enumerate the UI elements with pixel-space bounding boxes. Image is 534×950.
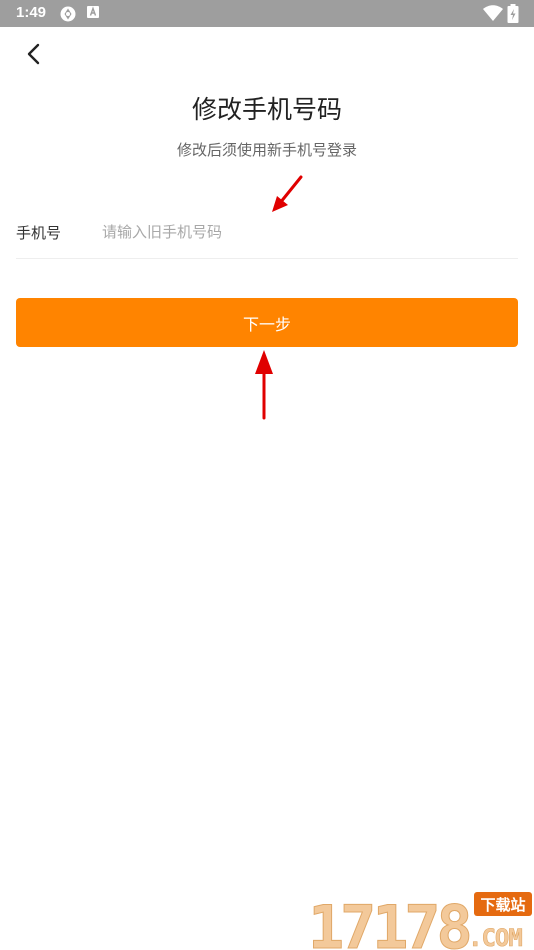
page-subtitle: 修改后须使用新手机号登录 xyxy=(176,141,357,159)
battery-charging-icon xyxy=(507,4,519,27)
phone-input[interactable] xyxy=(102,215,512,249)
watermark-logo: 17178 下载站 .COM xyxy=(308,888,534,950)
watermark-badge: 下载站 xyxy=(480,896,525,914)
app-notification-icon xyxy=(86,5,102,25)
next-step-button[interactable]: 下一步 xyxy=(16,298,518,347)
status-time: 1:49 xyxy=(16,4,47,21)
annotation-arrow-icon xyxy=(272,175,303,212)
aperture-icon xyxy=(59,5,77,27)
status-bar: 1:49 xyxy=(0,0,534,27)
page-title: 修改手机号码 xyxy=(191,95,342,124)
chevron-left-icon xyxy=(27,43,40,65)
phone-label: 手机号 xyxy=(16,224,62,242)
annotation-arrow-icon xyxy=(255,350,273,420)
watermark-suffix: .COM xyxy=(468,924,522,950)
wifi-icon xyxy=(483,5,503,26)
back-button[interactable] xyxy=(18,38,50,70)
watermark-number: 17178 xyxy=(308,893,469,950)
